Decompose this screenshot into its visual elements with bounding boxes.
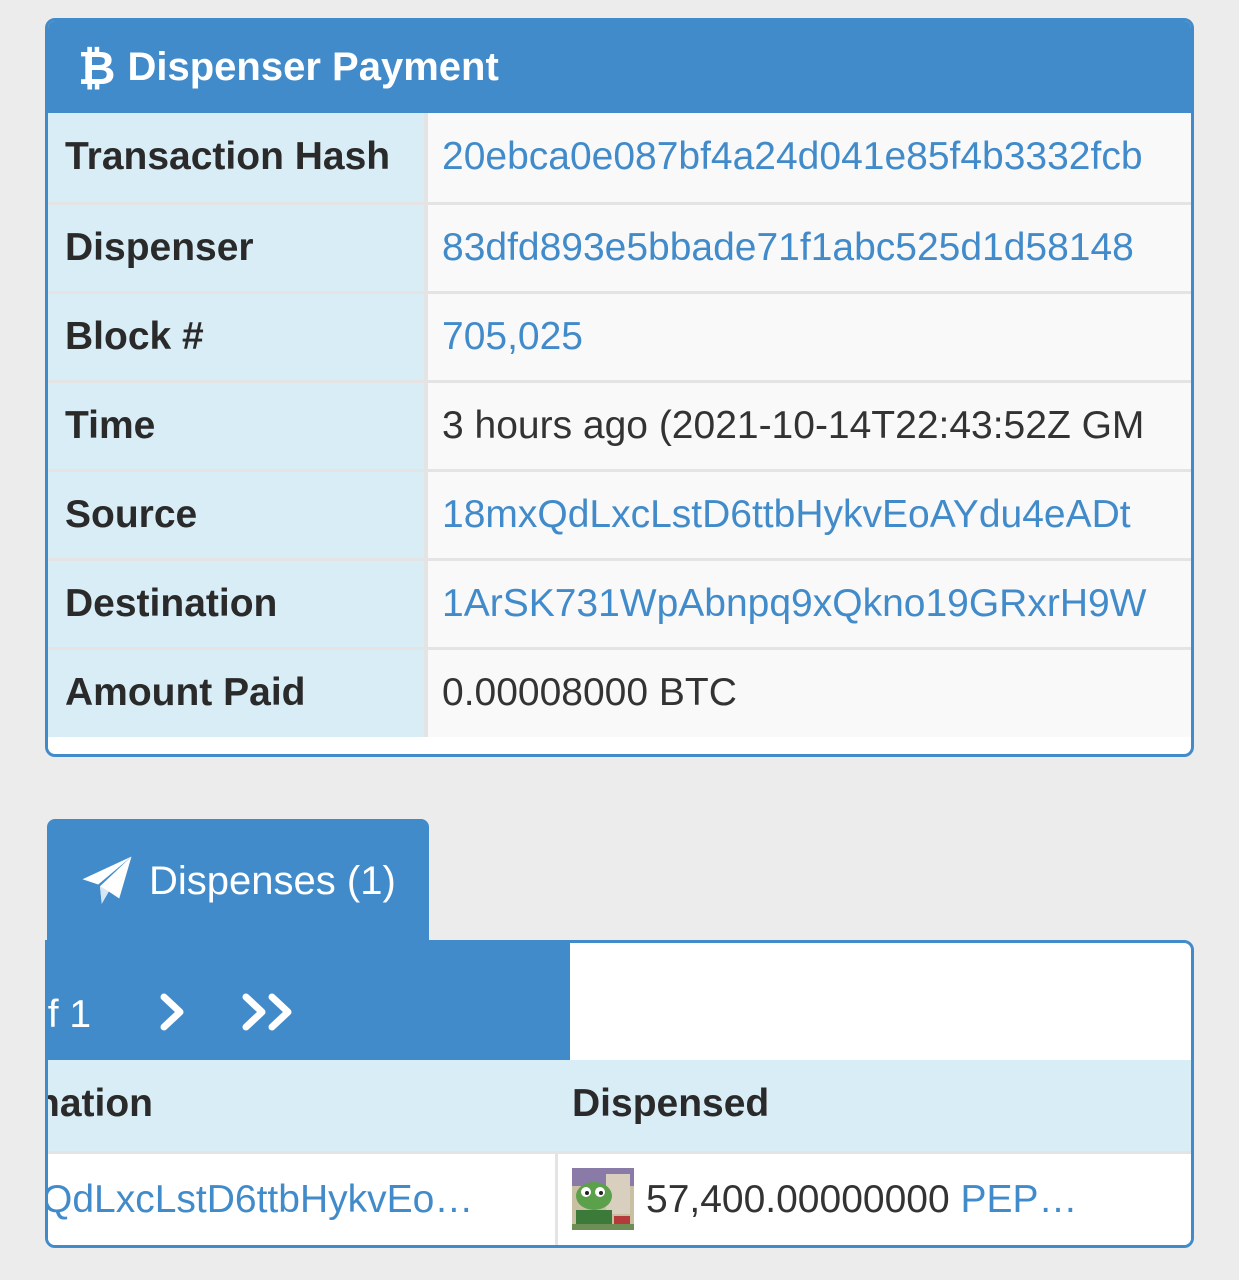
column-header-destination: nation [45, 1082, 153, 1125]
link-source[interactable]: 18mxQdLxcLstD6ttbHykvEoAYdu4eADt [442, 493, 1131, 536]
column-header-dispensed: Dispensed [572, 1082, 770, 1125]
label-source: Source [48, 468, 428, 559]
row-source: Source 18mxQdLxcLstD6ttbHykvEoAYdu4eADt [48, 468, 1191, 559]
page-indicator: of 1 [48, 993, 92, 1036]
label-transaction-hash: Transaction Hash [48, 113, 428, 203]
label-dispenser: Dispenser [48, 201, 428, 292]
value-amount-paid: 0.00008000 BTC [426, 646, 1191, 737]
dispensed-amount: 57,400.00000000 [646, 1178, 950, 1221]
pepe-card-thumbnail[interactable] [572, 1168, 634, 1230]
label-destination: Destination [48, 557, 428, 648]
chevron-right-icon[interactable] [152, 987, 192, 1037]
label-block: Block # [48, 290, 428, 381]
row-destination: Destination 1ArSK731WpAbnpq9xQkno19GRxrH… [48, 557, 1191, 648]
panel-heading: ₿ Dispenser Payment [48, 21, 1191, 113]
row-block: Block # 705,025 [48, 290, 1191, 381]
link-transaction-hash[interactable]: 20ebca0e087bf4a24d041e85f4b3332fcb [442, 135, 1143, 178]
dispenses-panel: of 1 nation Dispensed QdLxcLstD6ttbHykvE… [45, 940, 1194, 1248]
row-time: Time 3 hours ago (2021-10-14T22:43:52Z G… [48, 379, 1191, 470]
dispenser-payment-panel: ₿ Dispenser Payment Transaction Hash 20e… [45, 18, 1194, 757]
row-transaction-hash: Transaction Hash 20ebca0e087bf4a24d041e8… [48, 113, 1191, 203]
pagination-bar: of 1 [48, 943, 570, 1060]
bitcoin-icon: ₿ [78, 42, 116, 94]
double-chevron-right-icon[interactable] [236, 987, 306, 1037]
label-amount-paid: Amount Paid [48, 646, 428, 737]
dispenses-table-header: nation Dispensed [48, 1060, 1191, 1151]
table-row: QdLxcLstD6ttbHykvEo… 57,400.00000000 PEP… [48, 1151, 1191, 1245]
label-time: Time [48, 379, 428, 470]
link-destination[interactable]: 1ArSK731WpAbnpq9xQkno19GRxrH9W [442, 582, 1147, 625]
row-dispenser: Dispenser 83dfd893e5bbade71f1abc525d1d58… [48, 201, 1191, 292]
paper-plane-icon [82, 856, 132, 904]
tab-dispenses[interactable]: Dispenses (1) [47, 819, 429, 943]
payment-info-table: Transaction Hash 20ebca0e087bf4a24d041e8… [48, 113, 1191, 737]
link-block[interactable]: 705,025 [442, 315, 583, 358]
tab-dispenses-label: Dispenses (1) [149, 858, 396, 903]
destination-address-link[interactable]: QdLxcLstD6ttbHykvEo… [48, 1178, 473, 1222]
link-dispenser[interactable]: 83dfd893e5bbade71f1abc525d1d58148 [442, 226, 1134, 269]
value-time: 3 hours ago (2021-10-14T22:43:52Z GM [426, 379, 1191, 470]
row-amount-paid: Amount Paid 0.00008000 BTC [48, 646, 1191, 737]
column-divider [555, 1154, 558, 1245]
dispensed-amount-cell: 57,400.00000000 PEP… [646, 1178, 1078, 1222]
asset-link[interactable]: PEP… [960, 1178, 1077, 1221]
panel-title: Dispenser Payment [127, 44, 499, 89]
